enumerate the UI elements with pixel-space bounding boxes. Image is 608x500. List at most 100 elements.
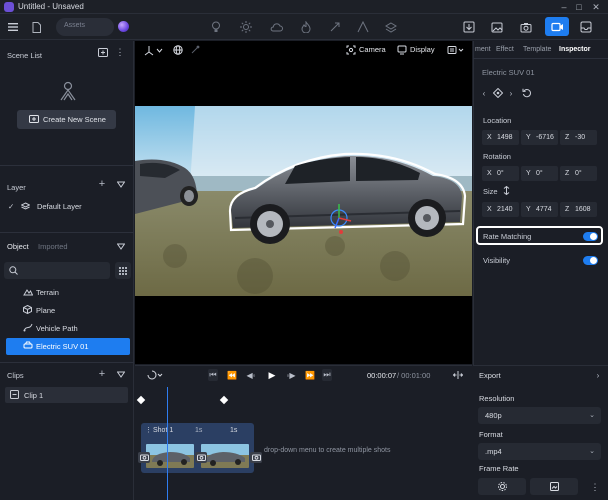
more-icon[interactable]: ⋮ (590, 481, 600, 493)
view-settings-icon[interactable] (446, 44, 466, 56)
fast-forward-icon[interactable]: ⏩ (304, 369, 316, 381)
clip-item[interactable]: Clip 1 (5, 387, 128, 403)
list-item-electric-suv[interactable]: Electric SUV 01 (6, 338, 130, 355)
rotation-x-field[interactable]: X 0° (482, 166, 519, 181)
skip-start-icon[interactable]: ⏮ (208, 369, 218, 381)
rotation-label: Rotation (483, 152, 511, 161)
grid-view-button[interactable] (115, 262, 131, 279)
chevron-left-icon[interactable]: ‹ (480, 88, 488, 98)
location-x-field[interactable]: X 1498 (482, 130, 519, 145)
rate-matching-toggle[interactable] (583, 232, 598, 241)
format-label: Format (479, 430, 503, 439)
menu-icon[interactable] (6, 21, 20, 33)
import-icon[interactable] (461, 19, 477, 35)
inbox-icon[interactable] (578, 19, 594, 35)
focus-icon[interactable] (492, 87, 504, 99)
close-icon[interactable]: ✕ (590, 1, 602, 13)
new-file-icon[interactable] (30, 20, 42, 34)
layer-item-label: Default Layer (37, 202, 82, 211)
object-search-input[interactable] (4, 262, 110, 279)
layers-icon[interactable] (383, 19, 399, 35)
timeline-hint: drop-down menu to create multiple shots (264, 447, 391, 454)
visibility-toggle[interactable] (583, 256, 598, 265)
ai-assistant-icon[interactable] (118, 21, 129, 32)
drag-handle-icon[interactable]: ⋮ (145, 426, 152, 434)
sun-icon[interactable] (238, 19, 254, 35)
export-title: Export (479, 371, 501, 380)
fit-timeline-icon[interactable] (452, 369, 464, 381)
globe-icon[interactable] (172, 44, 184, 56)
window-title: Untitled - Unsaved (18, 2, 84, 11)
chevron-right-icon[interactable]: › (507, 88, 515, 98)
path-icon (23, 323, 33, 332)
camera-keyframe-icon[interactable] (250, 452, 262, 463)
rate-matching-label: Rate Matching (483, 232, 532, 241)
next-frame-icon[interactable]: ◦▶ (285, 369, 297, 381)
scene-add-icon[interactable] (97, 46, 109, 58)
cube-icon (23, 305, 32, 314)
fire-icon[interactable] (298, 19, 314, 35)
create-new-scene-button[interactable]: Create New Scene (17, 110, 116, 129)
rotation-y-field[interactable]: Y 0° (521, 166, 558, 181)
transform-gizmo-icon[interactable] (143, 44, 165, 56)
path-icon[interactable] (355, 19, 371, 35)
size-x-field[interactable]: X 2140 (482, 202, 519, 217)
camera-button[interactable]: Camera (359, 45, 386, 54)
resolution-select[interactable]: 480p ⌄ (478, 407, 601, 424)
camera-view-icon[interactable] (345, 44, 357, 56)
assets-search[interactable]: Assets (56, 18, 114, 36)
display-icon[interactable] (396, 44, 408, 56)
playhead[interactable] (167, 387, 168, 500)
cloud-icon[interactable] (268, 19, 284, 35)
search-icon (9, 266, 18, 275)
shot-duration: 1s (230, 427, 238, 434)
prev-frame-icon[interactable]: ◀◦ (245, 369, 257, 381)
size-z-field[interactable]: Z 1608 (560, 202, 597, 217)
minimize-icon[interactable]: – (558, 1, 570, 13)
snap-icon[interactable] (189, 44, 201, 56)
add-layer-icon[interactable]: + (97, 178, 107, 190)
location-z-field[interactable]: Z -30 (560, 130, 597, 145)
size-y-field[interactable]: Y 4774 (521, 202, 558, 217)
play-icon[interactable]: ▶ (266, 369, 278, 381)
chevron-down-icon: ⌄ (589, 412, 595, 419)
tab-environment[interactable]: ment (475, 46, 491, 53)
frame-rate-auto-button[interactable] (478, 478, 526, 495)
tab-imported[interactable]: Imported (38, 242, 68, 251)
maximize-icon[interactable]: □ (573, 1, 585, 13)
more-icon[interactable]: ⋮ (116, 46, 125, 58)
filter-icon[interactable] (116, 179, 126, 189)
image-export-icon[interactable] (489, 19, 505, 35)
list-item-plane[interactable]: Plane (6, 302, 130, 319)
collapse-icon[interactable]: › (593, 369, 603, 381)
tab-object[interactable]: Object (7, 242, 29, 251)
timeline-mode-icon[interactable] (146, 369, 164, 381)
scene-icon (29, 115, 39, 123)
display-button[interactable]: Display (410, 45, 435, 54)
reset-icon[interactable] (521, 87, 533, 99)
list-item-terrain[interactable]: Terrain (6, 284, 130, 301)
filter-icon[interactable] (116, 241, 126, 251)
camera-icon[interactable] (518, 19, 534, 35)
camera-keyframe-icon[interactable] (138, 452, 150, 463)
check-icon: ✓ (8, 202, 15, 211)
clip-label: Clip 1 (24, 391, 44, 400)
video-mode-button[interactable] (545, 17, 569, 36)
frame-rate-custom-button[interactable] (530, 478, 578, 495)
rewind-icon[interactable]: ⏪ (226, 369, 238, 381)
tab-template[interactable]: Template (523, 46, 551, 53)
shot-duration: 1s (195, 427, 203, 434)
rotation-z-field[interactable]: Z 0° (560, 166, 597, 181)
link-proportions-icon[interactable] (501, 185, 511, 195)
weather-icon[interactable] (327, 19, 343, 35)
filter-icon[interactable] (116, 369, 126, 379)
tab-effect[interactable]: Effect (496, 46, 514, 53)
location-y-field[interactable]: Y -6716 (521, 130, 558, 145)
list-item-vehicle-path[interactable]: Vehicle Path (6, 320, 130, 337)
light-icon[interactable] (208, 19, 224, 35)
add-clip-icon[interactable]: + (97, 368, 107, 380)
skip-end-icon[interactable]: ⏭ (322, 369, 332, 381)
format-select[interactable]: .mp4 ⌄ (478, 443, 601, 460)
tab-inspector[interactable]: Inspector (559, 46, 591, 53)
camera-keyframe-icon[interactable] (195, 452, 207, 463)
